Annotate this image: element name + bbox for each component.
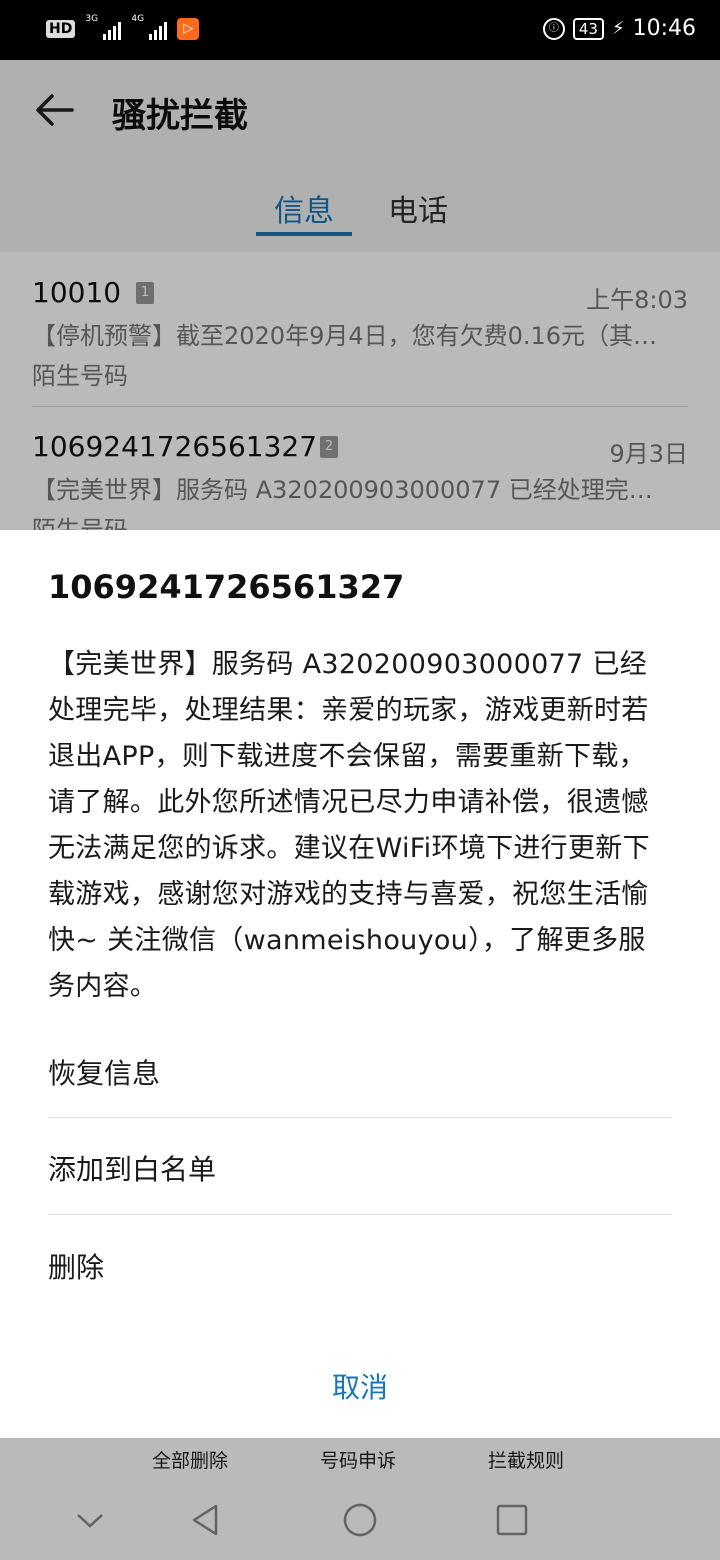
hd-voice-icon: HD bbox=[46, 20, 76, 38]
signal-sim2-icon: 4G bbox=[131, 14, 168, 40]
add-to-whitelist-option[interactable]: 添加到白名单 bbox=[48, 1148, 216, 1188]
restore-message-option[interactable]: 恢复信息 bbox=[48, 1052, 160, 1092]
option-divider bbox=[48, 1214, 672, 1215]
battery-icon: 43 bbox=[572, 17, 604, 40]
status-bar: HD 3G 4G ▷ ⓘ 43 ⚡ 10:46 bbox=[0, 0, 720, 60]
alarm-icon: ⓘ bbox=[542, 17, 565, 40]
cancel-button[interactable]: 取消 bbox=[0, 1366, 720, 1406]
status-time: 10:46 bbox=[632, 16, 696, 41]
option-divider bbox=[48, 1117, 672, 1118]
charging-icon: ⚡ bbox=[611, 18, 625, 39]
sheet-message-body: 【完美世界】服务码 A320200903000077 已经处理完毕，处理结果：亲… bbox=[48, 649, 650, 1002]
network-type-sim2: 4G bbox=[131, 14, 145, 24]
network-type-sim1: 3G bbox=[85, 14, 99, 24]
message-detail-sheet: 1069241726561327 【完美世界】服务码 A320200903000… bbox=[0, 530, 720, 1438]
app-notification-icon: ▷ bbox=[177, 18, 200, 40]
signal-sim1-icon: 3G bbox=[85, 14, 122, 40]
sheet-sender-number: 1069241726561327 bbox=[48, 568, 405, 606]
status-right: ⓘ 43 ⚡ 10:46 bbox=[542, 16, 696, 41]
delete-option[interactable]: 删除 bbox=[48, 1246, 104, 1286]
status-left: HD 3G 4G ▷ bbox=[46, 14, 200, 40]
